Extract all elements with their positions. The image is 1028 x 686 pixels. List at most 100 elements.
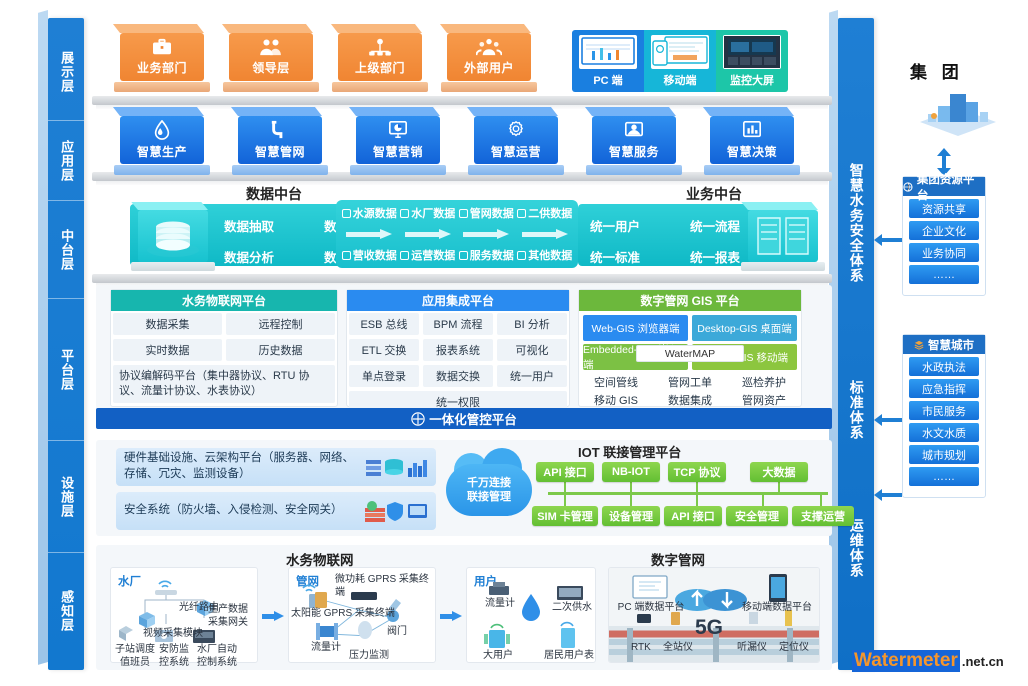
iot-protocol-cell[interactable]: 协议编解码平台（集中器协议、RTU 协议、流量计协议、水表协议） bbox=[113, 365, 335, 403]
rail-label: 运维体系 bbox=[848, 518, 865, 578]
display-block-0[interactable]: 业务部门 bbox=[114, 33, 210, 92]
integration-cell[interactable]: ESB 总线 bbox=[349, 313, 419, 335]
panel-title: 集团资源平台 bbox=[916, 173, 975, 202]
smart-city-item[interactable]: 城市规划 bbox=[909, 445, 979, 464]
podium-base bbox=[441, 82, 537, 92]
app-block-label: 智慧管网 bbox=[254, 145, 305, 159]
data-tag[interactable]: 管网数据 bbox=[458, 205, 514, 221]
tag-label: 服务数据 bbox=[469, 250, 514, 262]
iot-top-button[interactable]: 大数据 bbox=[750, 462, 808, 482]
data-tags-box: 水源数据 水厂数据 管网数据 二供数据 营收数据 运营数据 服务数据 其他数据 bbox=[336, 200, 578, 268]
data-tag[interactable]: 二供数据 bbox=[517, 205, 572, 221]
gis-footer-cell[interactable]: 管网工单 bbox=[653, 376, 727, 392]
device-mobile[interactable]: 移动端 bbox=[644, 30, 716, 92]
iot-bottom-button[interactable]: 支撑运营 bbox=[792, 506, 854, 526]
data-tag[interactable]: 水厂数据 bbox=[400, 205, 455, 221]
data-tag[interactable]: 营收数据 bbox=[341, 247, 397, 263]
rail-label: 智慧水务安全体系 bbox=[848, 163, 865, 283]
iot-cell[interactable]: 远程控制 bbox=[226, 313, 335, 335]
perception-panel-user[interactable]: 用户 流量计 二次供水 大用户 居民用户表 bbox=[466, 567, 596, 663]
iot-top-button[interactable]: API 接口 bbox=[536, 462, 594, 482]
panel-header: 水务物联网平台 bbox=[111, 290, 337, 311]
server-storage-icon bbox=[366, 459, 427, 477]
data-tag[interactable]: 其他数据 bbox=[517, 247, 572, 263]
iot-top-button[interactable]: NB-IOT bbox=[602, 462, 660, 482]
perception-label: 移动端数据平台 bbox=[742, 602, 812, 613]
device-control-screen[interactable]: 监控大屏 bbox=[716, 30, 788, 92]
link-arrow-icon bbox=[874, 234, 902, 246]
integration-cell[interactable]: 可视化 bbox=[497, 339, 567, 361]
iot-bottom-button[interactable]: API 接口 bbox=[664, 506, 722, 526]
display-block-3[interactable]: 外部用户 bbox=[441, 33, 537, 92]
iot-connector bbox=[564, 480, 566, 494]
smart-city-item[interactable]: 市民服务 bbox=[909, 401, 979, 420]
data-tag[interactable]: 水源数据 bbox=[341, 205, 397, 221]
integration-cell[interactable]: BI 分析 bbox=[497, 313, 567, 335]
iot-bottom-button[interactable]: 设备管理 bbox=[602, 506, 660, 526]
integration-cell[interactable]: 报表系统 bbox=[423, 339, 493, 361]
resource-item[interactable]: 业务协同 bbox=[909, 243, 979, 262]
iot-connector bbox=[630, 480, 632, 494]
smart-city-item[interactable]: 水文水质 bbox=[909, 423, 979, 442]
smart-city-item[interactable]: 应急指挥 bbox=[909, 379, 979, 398]
smart-city-item-more[interactable]: …… bbox=[909, 467, 979, 486]
podium-base bbox=[223, 82, 319, 92]
iot-bottom-button[interactable]: SIM 卡管理 bbox=[532, 506, 598, 526]
iot-bottom-button[interactable]: 安全管理 bbox=[726, 506, 788, 526]
app-block-5[interactable]: 智慧决策 bbox=[704, 116, 800, 175]
rail-divider bbox=[48, 440, 84, 441]
iot-cell[interactable]: 历史数据 bbox=[226, 339, 335, 361]
integration-cell[interactable]: 数据交换 bbox=[423, 365, 493, 387]
smart-city-item[interactable]: 水政执法 bbox=[909, 357, 979, 376]
watermark: Watermeter .net.cn bbox=[852, 650, 1004, 672]
iot-cell[interactable]: 实时数据 bbox=[113, 339, 222, 361]
data-tag[interactable]: 服务数据 bbox=[458, 247, 514, 263]
app-block-1[interactable]: 智慧管网 bbox=[232, 116, 328, 175]
display-block-2[interactable]: 上级部门 bbox=[332, 33, 428, 92]
integration-cell[interactable]: ETL 交换 bbox=[349, 339, 419, 361]
facility-bar-hardware[interactable]: 硬件基础设施、云架构平台（服务器、网络、存储、冗灾、监测设备） bbox=[116, 448, 436, 486]
layer-label: 感知层 bbox=[59, 590, 75, 632]
rail-label: 标准体系 bbox=[848, 380, 865, 440]
iot-top-button[interactable]: TCP 协议 bbox=[668, 462, 726, 482]
app-block-4[interactable]: 智慧服务 bbox=[586, 116, 682, 175]
database-stack-icon bbox=[131, 210, 215, 271]
app-block-0[interactable]: 智慧生产 bbox=[114, 116, 210, 175]
tag-square-icon bbox=[458, 250, 468, 260]
data-tag[interactable]: 运营数据 bbox=[400, 247, 455, 263]
data-tags-bottom-row: 营收数据 运营数据 服务数据 其他数据 bbox=[340, 247, 574, 263]
perception-panel-digital-network[interactable]: 5G PC 端数据平台 移动端数据平台 RTK 全站仪 听漏仪 定位仪 bbox=[608, 567, 820, 663]
shelf-display bbox=[92, 96, 832, 109]
sidebar-item-facility-layer: 设施层 bbox=[48, 442, 84, 552]
display-block-label: 业务部门 bbox=[136, 61, 187, 75]
facility-bar-security[interactable]: 安全系统（防火墙、入侵检测、安全网关） bbox=[116, 492, 436, 530]
resource-item[interactable]: 企业文化 bbox=[909, 221, 979, 240]
gis-footer-cell[interactable]: 巡检养护 bbox=[727, 376, 801, 392]
layer-label: 中台层 bbox=[59, 229, 75, 271]
integration-cell[interactable]: BPM 流程 bbox=[423, 313, 493, 335]
app-block-2[interactable]: 智慧营销 bbox=[350, 116, 446, 175]
integration-cell[interactable]: 单点登录 bbox=[349, 365, 419, 387]
integration-cell[interactable]: 统一用户 bbox=[497, 365, 567, 387]
city-isometric-icon bbox=[920, 94, 996, 136]
resource-item-more[interactable]: …… bbox=[909, 265, 979, 284]
gis-cell[interactable]: Web-GIS 浏览器端 bbox=[583, 315, 688, 341]
business-platform-title: 业务中台 bbox=[686, 186, 742, 202]
gis-footer-cell[interactable]: 空间管线 bbox=[579, 376, 653, 392]
data-tags-top-row: 水源数据 水厂数据 管网数据 二供数据 bbox=[340, 205, 574, 221]
iot-cell[interactable]: 数据采集 bbox=[113, 313, 222, 335]
integrated-control-bar[interactable]: 一体化管控平台 bbox=[96, 408, 832, 429]
perception-label: 定位仪 bbox=[779, 642, 809, 653]
display-block-1[interactable]: 领导层 bbox=[223, 33, 319, 92]
app-block-3[interactable]: 智慧运营 bbox=[468, 116, 564, 175]
device-pc[interactable]: PC 端 bbox=[572, 30, 644, 92]
tag-square-icon bbox=[517, 208, 527, 218]
iot-row-2: 实时数据 历史数据 bbox=[111, 337, 337, 363]
perception-panel-plant[interactable]: 水厂 光纤路由 生产数据采集网关 视频采集模块 子站调度值班员 安防监控系统 水… bbox=[110, 567, 258, 668]
facility-bar-label: 安全系统（防火墙、入侵检测、安全网关） bbox=[124, 504, 343, 517]
perception-panel-pipe[interactable]: 管网 微功耗 GPRS 采集终端 太阳能 GPRS 采集终端 阀门 流量计 压力… bbox=[288, 567, 436, 663]
perception-label: 流量计 bbox=[311, 642, 341, 653]
sidebar-item-perception-layer: 感知层 bbox=[48, 554, 84, 668]
panel-header: 应用集成平台 bbox=[347, 290, 569, 311]
gis-cell[interactable]: Desktop-GIS 桌面端 bbox=[692, 315, 797, 341]
